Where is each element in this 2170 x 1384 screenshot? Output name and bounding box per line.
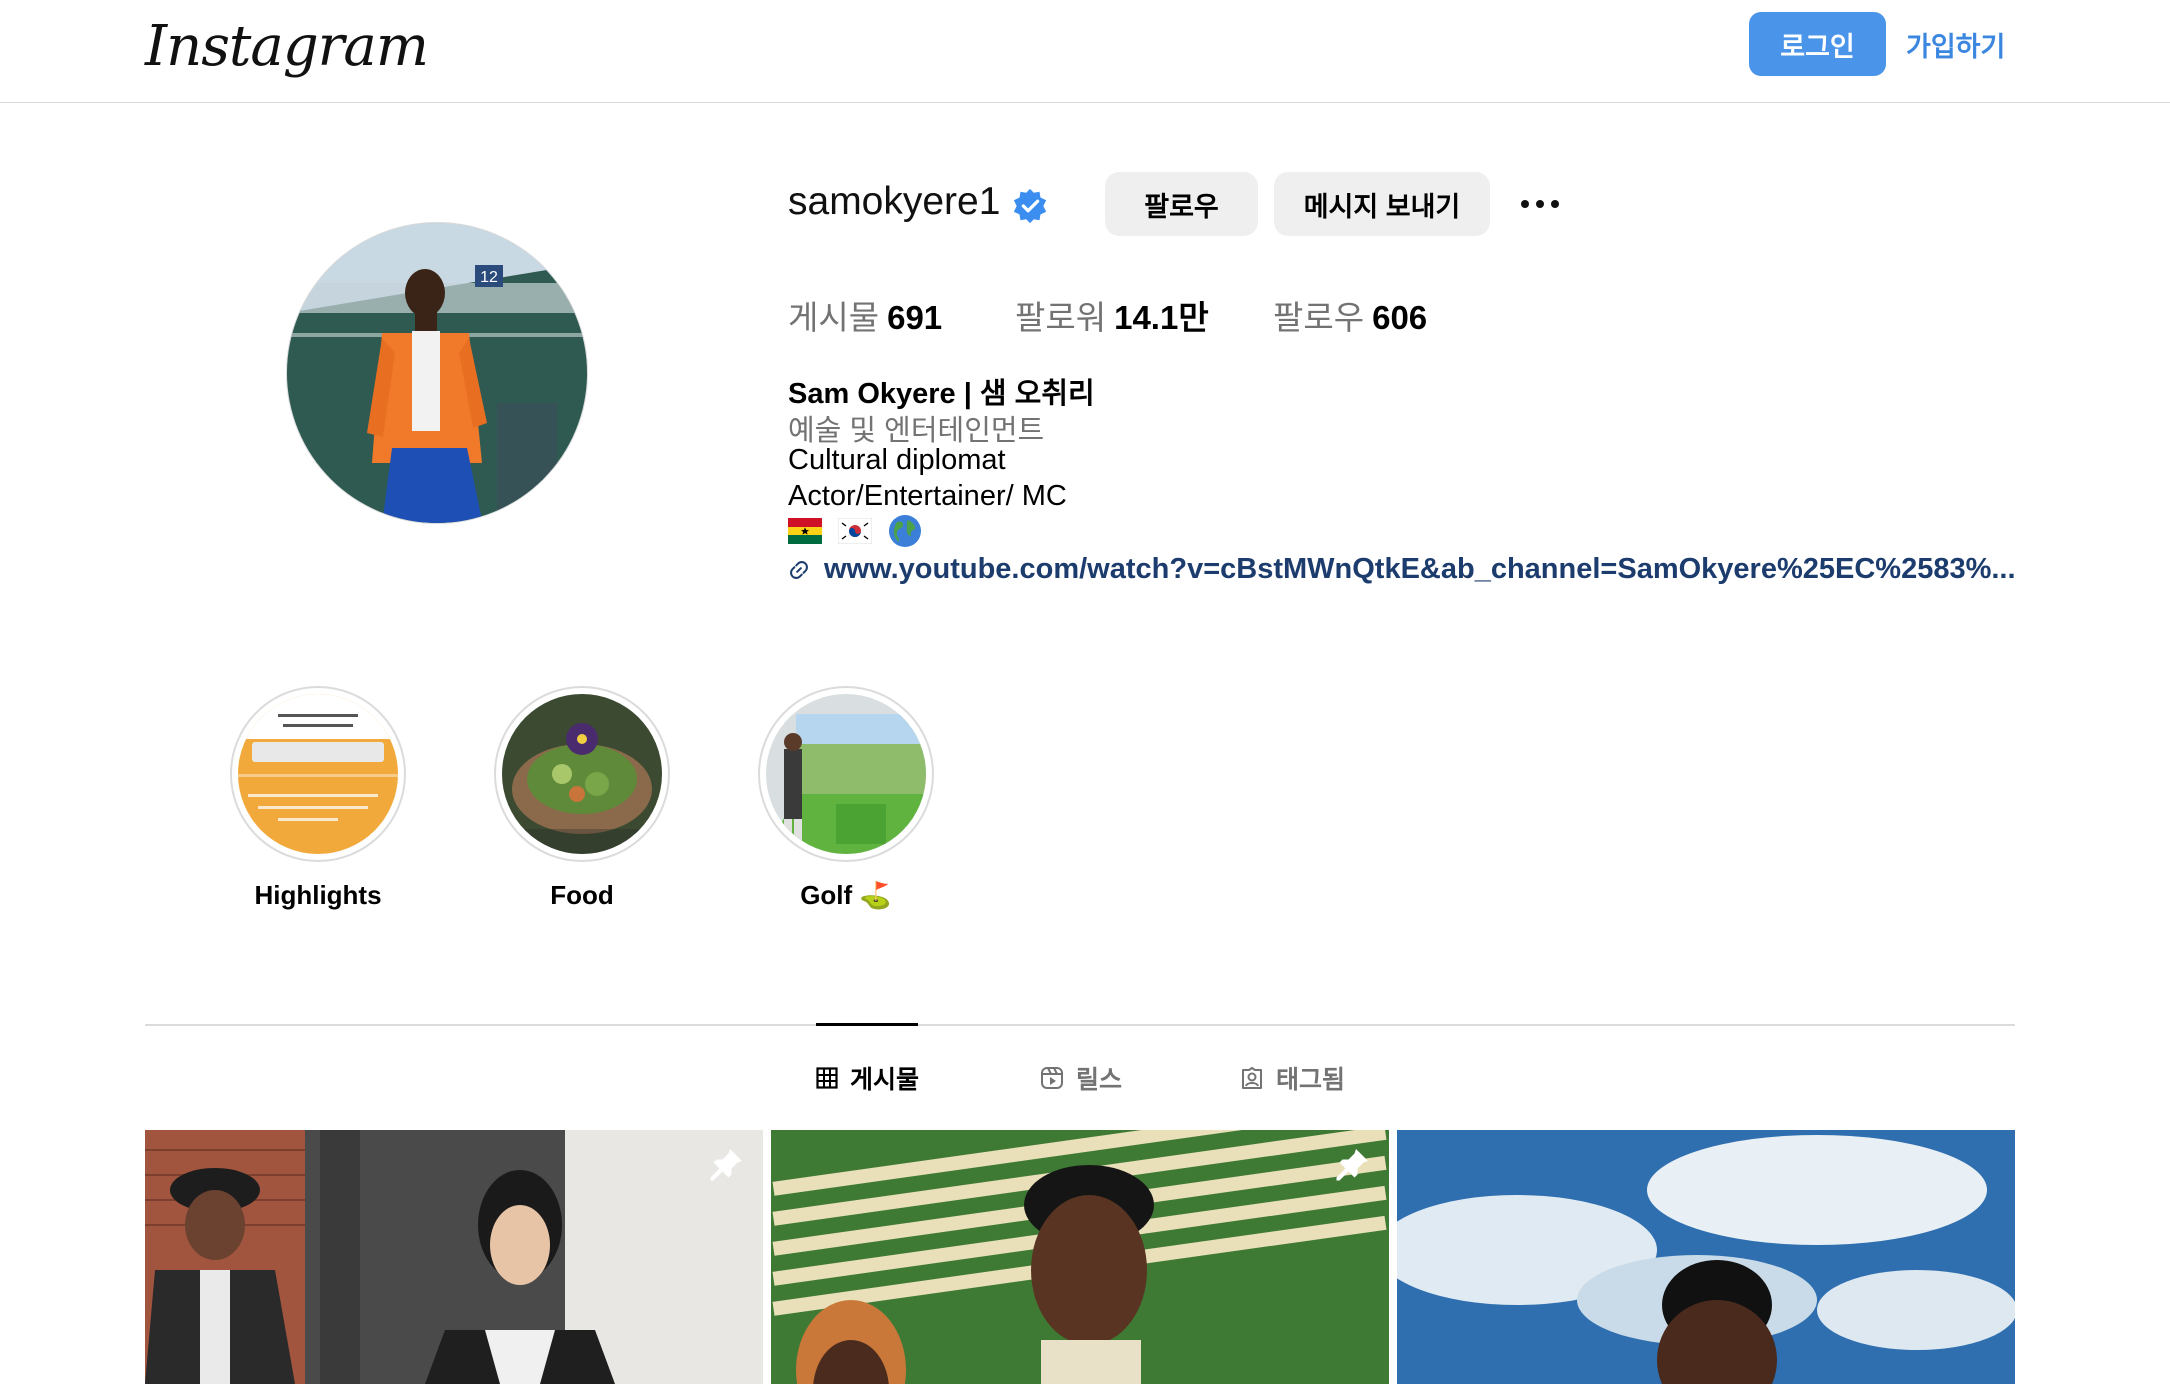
- tab-label: 게시물: [850, 1066, 920, 1094]
- stat-label: 게시물: [788, 299, 880, 336]
- profile-avatar[interactable]: 12: [286, 222, 588, 524]
- link-icon: [790, 560, 808, 579]
- active-tab-indicator: [816, 1023, 918, 1026]
- posts-count-stat: 게시물 691: [788, 291, 942, 339]
- highlight-cover-image: [238, 694, 398, 854]
- bio-emoji-row: [788, 514, 922, 548]
- pinned-post-icon: [1336, 1149, 1368, 1181]
- post-thumbnail[interactable]: [145, 1130, 763, 1384]
- bio-full-name: Sam Okyere | 샘 오취리: [788, 378, 1095, 410]
- avatar-photo: 12: [287, 223, 587, 523]
- tab-label: 태그됨: [1276, 1066, 1346, 1094]
- grid-icon: [816, 1067, 838, 1089]
- stat-value: 14.1만: [1114, 299, 1209, 336]
- stat-label: 팔로우: [1273, 299, 1365, 336]
- tabs-divider: [145, 1024, 2015, 1026]
- highlight-cover-image: [502, 694, 662, 854]
- stat-label: 팔로워: [1015, 299, 1107, 336]
- globe-icon: [889, 515, 921, 547]
- highlight-ring: [758, 686, 934, 862]
- bio-line: Actor/Entertainer/ MC: [788, 480, 1067, 512]
- stat-value: 606: [1372, 299, 1428, 336]
- followers-count-stat[interactable]: 팔로워 14.1만: [1015, 291, 1209, 339]
- post-thumbnail[interactable]: [771, 1130, 1389, 1384]
- stat-value: 691: [887, 299, 943, 336]
- tagged-icon: [1242, 1067, 1262, 1089]
- highlight-golf[interactable]: Golf ⛳: [758, 686, 934, 911]
- south-korea-flag-icon: [838, 518, 872, 544]
- instagram-logo[interactable]: Instagram: [145, 14, 429, 79]
- svg-text:12: 12: [480, 269, 498, 286]
- following-count-stat[interactable]: 팔로우 606: [1273, 291, 1427, 339]
- top-navigation-bar: Instagram 로그인 가입하기: [0, 0, 2170, 103]
- post-thumbnail[interactable]: [1397, 1130, 2015, 1384]
- highlight-cover: [766, 694, 926, 854]
- highlight-label: Food: [550, 880, 614, 910]
- signup-link[interactable]: 가입하기: [1906, 12, 2005, 76]
- tab-reels[interactable]: 릴스: [1040, 1060, 1122, 1096]
- highlight-highlights[interactable]: Highlights: [230, 686, 406, 911]
- highlight-ring: [494, 686, 670, 862]
- reels-icon: [1041, 1067, 1063, 1089]
- ghana-flag-icon: [788, 518, 822, 544]
- send-message-button[interactable]: 메시지 보내기: [1274, 172, 1490, 236]
- post-image: [1397, 1130, 2015, 1384]
- verified-badge-icon: [1013, 188, 1047, 224]
- tab-posts[interactable]: 게시물: [816, 1060, 919, 1096]
- highlight-label: Golf ⛳: [800, 880, 892, 910]
- highlight-ring: [230, 686, 406, 862]
- profile-username: samokyere1: [788, 180, 1001, 223]
- follow-button[interactable]: 팔로우: [1105, 172, 1258, 236]
- post-image: [145, 1130, 763, 1384]
- pinned-post-icon: [710, 1149, 742, 1181]
- bio-link-text[interactable]: www.youtube.com/watch?v=cBstMWnQtkE&ab_c…: [824, 553, 2016, 586]
- highlight-food[interactable]: Food: [494, 686, 670, 911]
- post-image: [771, 1130, 1389, 1384]
- login-button[interactable]: 로그인: [1749, 12, 1886, 76]
- bio-external-link[interactable]: www.youtube.com/watch?v=cBstMWnQtkE&ab_c…: [788, 553, 2016, 586]
- highlight-cover: [502, 694, 662, 854]
- bio-category: 예술 및 엔터테인먼트: [788, 415, 1045, 447]
- more-options-icon[interactable]: [1510, 184, 1570, 224]
- highlight-cover-image: [766, 694, 926, 854]
- highlight-label: Highlights: [254, 880, 382, 910]
- bio-line: Cultural diplomat: [788, 444, 1006, 476]
- tab-tagged[interactable]: 태그됨: [1240, 1060, 1345, 1096]
- highlight-cover: [238, 694, 398, 854]
- tab-label: 릴스: [1076, 1066, 1123, 1094]
